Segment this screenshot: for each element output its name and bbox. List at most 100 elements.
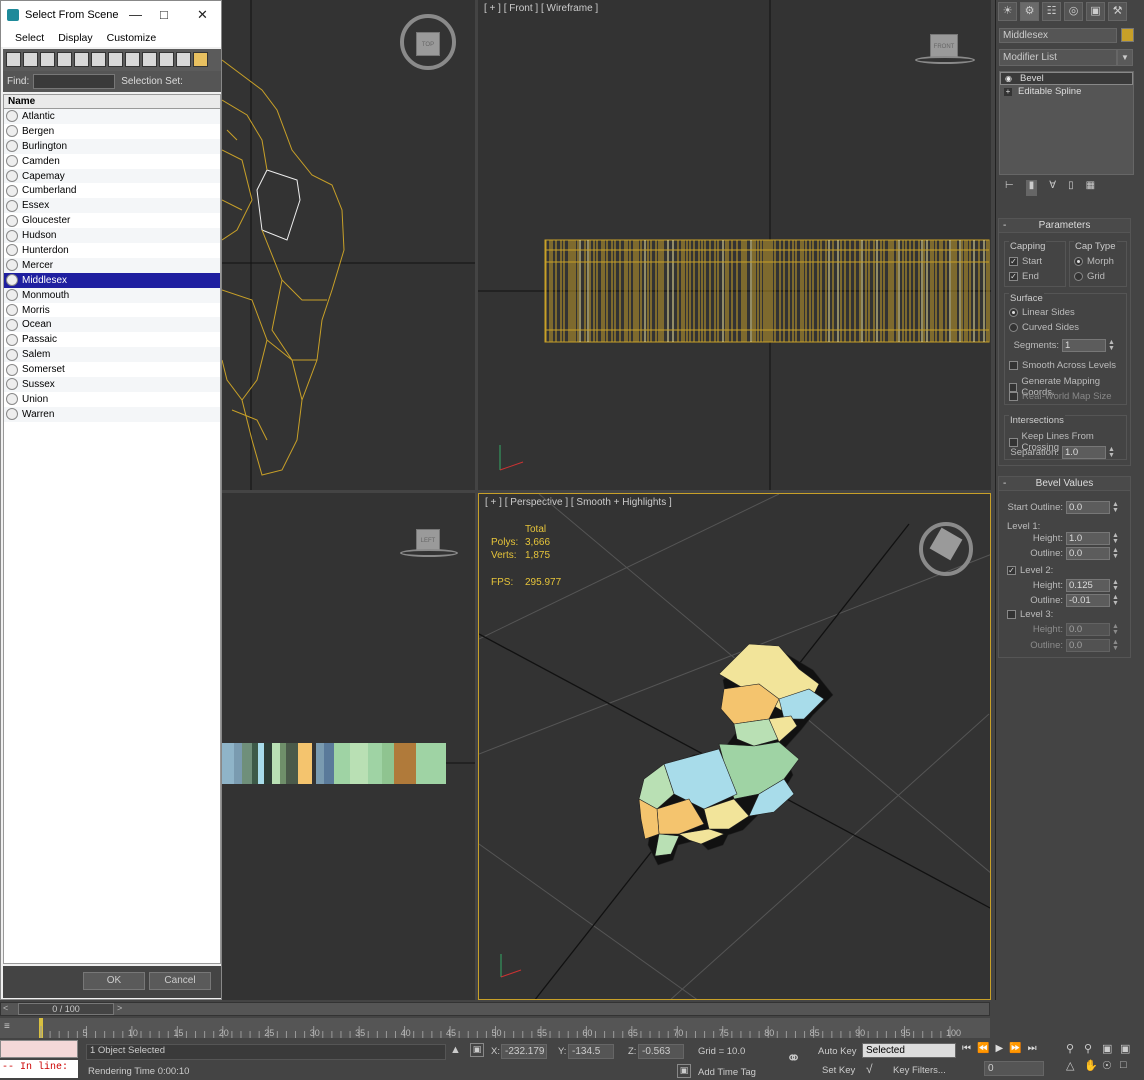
list-item[interactable]: Hudson bbox=[4, 228, 220, 244]
level-1-outline-spinner[interactable]: Outline: 0.0 ▲ ▼ bbox=[1003, 547, 1119, 560]
menu-display[interactable]: Display bbox=[58, 32, 92, 44]
previous-frame-icon[interactable]: ⏪ bbox=[977, 1043, 989, 1054]
list-item[interactable]: Monmouth bbox=[4, 287, 220, 303]
viewport-front[interactable]: [ + ] [ Front ] [ Wireframe ] FRONT bbox=[478, 0, 991, 490]
spinner-arrows-icon[interactable]: ▲ ▼ bbox=[1112, 639, 1119, 652]
set-key-mode-icon[interactable]: ⚭ bbox=[786, 1048, 801, 1069]
pin-stack-icon[interactable]: ⊢ bbox=[1005, 180, 1014, 196]
filter-groups-icon[interactable] bbox=[108, 52, 123, 67]
invert-display-icon[interactable] bbox=[193, 52, 208, 67]
utilities-tab-icon[interactable]: ⚒ bbox=[1108, 2, 1127, 21]
level-3-checkbox[interactable]: Level 3: bbox=[1007, 609, 1053, 620]
level-2-height-input[interactable]: 0.125 bbox=[1066, 579, 1110, 592]
list-item[interactable]: Passaic bbox=[4, 332, 220, 347]
filter-shapes-icon[interactable] bbox=[23, 52, 38, 67]
minimize-icon[interactable]: — bbox=[129, 7, 142, 22]
level-1-height-input[interactable]: 1.0 bbox=[1066, 532, 1110, 545]
close-icon[interactable]: ✕ bbox=[197, 7, 208, 23]
filter-lights-icon[interactable] bbox=[40, 52, 55, 67]
key-mode-dropdown[interactable]: Selected bbox=[862, 1043, 956, 1058]
object-name-field[interactable]: Middlesex bbox=[999, 28, 1117, 43]
prev-frame-icon[interactable]: < bbox=[3, 1003, 8, 1013]
start-outline-spinner[interactable]: Start Outline: 0.0 ▲ ▼ bbox=[1003, 501, 1119, 514]
start-outline-input[interactable]: 0.0 bbox=[1066, 501, 1110, 514]
zoom-all-icon[interactable]: ⚲ bbox=[1084, 1042, 1102, 1055]
set-key-button[interactable]: Set Key bbox=[822, 1065, 855, 1076]
chevron-down-icon[interactable]: ▼ bbox=[1117, 49, 1133, 66]
filter-geometry-icon[interactable] bbox=[6, 52, 21, 67]
zoom-extents-icon[interactable]: ▣ bbox=[1102, 1042, 1120, 1055]
viewcube-face[interactable]: TOP bbox=[416, 32, 440, 56]
orbit-icon[interactable]: ☉ bbox=[1102, 1059, 1120, 1072]
menu-select[interactable]: Select bbox=[15, 32, 44, 44]
maxscript-prompt[interactable]: -- In line: bbox=[0, 1060, 78, 1078]
level-2-outline-spinner[interactable]: Outline: -0.01 ▲ ▼ bbox=[1003, 594, 1119, 607]
list-item[interactable]: Union bbox=[4, 392, 220, 407]
viewport-left[interactable]: LEFT bbox=[222, 493, 475, 1000]
list-item[interactable]: Somerset bbox=[4, 362, 220, 377]
list-item[interactable]: Warren bbox=[4, 406, 220, 422]
stack-item-editable-spline[interactable]: + Editable Spline bbox=[1000, 85, 1133, 98]
separation-spinner[interactable]: Separation: 1.0 ▲ ▼ bbox=[1009, 446, 1115, 459]
cap-start-checkbox[interactable]: ✓ Start bbox=[1009, 256, 1042, 267]
lock-selection-icon[interactable]: ▲ bbox=[450, 1044, 461, 1056]
list-item[interactable]: Essex bbox=[4, 198, 220, 214]
level-2-checkbox[interactable]: ✓ Level 2: bbox=[1007, 565, 1053, 576]
key-filters-button[interactable]: Key Filters... bbox=[893, 1065, 946, 1076]
segments-spinner[interactable]: Segments: 1 ▲ ▼ bbox=[1009, 339, 1115, 352]
time-slider[interactable]: < 0 / 100 > bbox=[0, 1002, 990, 1016]
list-item[interactable]: Sussex bbox=[4, 377, 220, 392]
next-frame-icon[interactable]: > bbox=[117, 1003, 122, 1013]
spinner-arrows-icon[interactable]: ▲ ▼ bbox=[1112, 623, 1119, 636]
ok-button[interactable]: OK bbox=[83, 972, 145, 990]
find-input[interactable] bbox=[33, 74, 116, 89]
level-3-outline-input[interactable]: 0.0 bbox=[1066, 639, 1110, 652]
curved-sides-radio[interactable]: Curved Sides bbox=[1009, 322, 1079, 333]
filter-helpers-icon[interactable] bbox=[74, 52, 89, 67]
smooth-across-levels-checkbox[interactable]: Smooth Across Levels bbox=[1009, 360, 1116, 371]
key-filters-icon[interactable]: √ bbox=[866, 1062, 873, 1076]
real-world-map-size-checkbox[interactable]: Real-World Map Size bbox=[1009, 391, 1112, 402]
zoom-icon[interactable]: ⚲ bbox=[1066, 1042, 1084, 1055]
level-1-height-spinner[interactable]: Height: 1.0 ▲ ▼ bbox=[1003, 532, 1119, 545]
stack-item-bevel[interactable]: ◉ Bevel bbox=[1000, 72, 1133, 85]
spinner-arrows-icon[interactable]: ▲ ▼ bbox=[1112, 594, 1119, 607]
auto-key-button[interactable]: Auto Key bbox=[818, 1046, 857, 1057]
list-item[interactable]: Hunterdon bbox=[4, 243, 220, 258]
create-tab-icon[interactable]: ☀ bbox=[998, 2, 1017, 21]
column-header-name[interactable]: Name bbox=[4, 95, 220, 109]
absolute-mode-icon[interactable]: ▣ bbox=[470, 1043, 484, 1057]
current-frame-field[interactable]: 0 bbox=[984, 1061, 1044, 1076]
list-item[interactable]: Mercer bbox=[4, 257, 220, 273]
filter-cameras-icon[interactable] bbox=[57, 52, 72, 67]
display-tab-icon[interactable]: ▣ bbox=[1086, 2, 1105, 21]
go-to-start-icon[interactable]: ⏮ bbox=[962, 1043, 971, 1054]
grid-radio[interactable]: Grid bbox=[1074, 271, 1105, 282]
cap-end-checkbox[interactable]: ✓ End bbox=[1009, 271, 1039, 282]
make-unique-icon[interactable]: ∀ bbox=[1049, 180, 1056, 196]
z-coordinate-field[interactable]: -0.563 bbox=[638, 1044, 684, 1059]
time-slider-thumb[interactable]: 0 / 100 bbox=[18, 1003, 114, 1015]
list-item[interactable]: Morris bbox=[4, 303, 220, 318]
list-item[interactable]: Camden bbox=[4, 154, 220, 169]
list-item[interactable]: Ocean bbox=[4, 317, 220, 333]
spinner-arrows-icon[interactable]: ▲ ▼ bbox=[1108, 339, 1115, 352]
go-to-end-icon[interactable]: ⏭ bbox=[1028, 1043, 1037, 1054]
viewport-top[interactable]: TOP bbox=[222, 0, 475, 490]
menu-customize[interactable]: Customize bbox=[107, 32, 157, 44]
maximize-icon[interactable]: □ bbox=[160, 7, 168, 22]
level-3-height-spinner[interactable]: Height: 0.0 ▲ ▼ bbox=[1003, 623, 1119, 636]
expand-plus-icon[interactable]: + bbox=[1004, 87, 1012, 96]
segments-input[interactable]: 1 bbox=[1062, 339, 1106, 352]
lightbulb-icon[interactable]: ◉ bbox=[1005, 73, 1012, 84]
list-item[interactable]: Capemay bbox=[4, 168, 220, 184]
hierarchy-tab-icon[interactable]: ☷ bbox=[1042, 2, 1061, 21]
remove-modifier-icon[interactable]: ▯ bbox=[1068, 180, 1074, 196]
cancel-button[interactable]: Cancel bbox=[149, 972, 211, 990]
viewcube-face[interactable]: FRONT bbox=[930, 34, 958, 58]
list-item[interactable]: Atlantic bbox=[4, 109, 220, 124]
zoom-extents-all-icon[interactable]: ▣ bbox=[1120, 1042, 1138, 1055]
separation-input[interactable]: 1.0 bbox=[1062, 446, 1106, 459]
list-item[interactable]: Middlesex bbox=[4, 272, 220, 288]
spinner-arrows-icon[interactable]: ▲ ▼ bbox=[1112, 547, 1119, 560]
